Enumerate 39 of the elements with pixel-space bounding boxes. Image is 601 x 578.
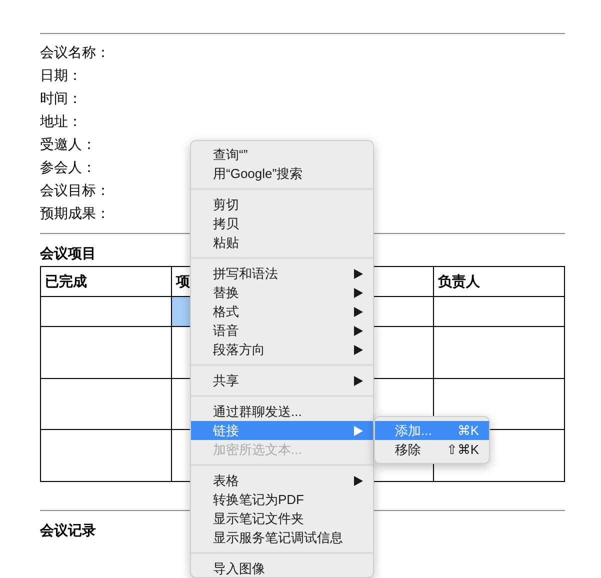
shortcut-label: ⇧⌘K xyxy=(446,441,479,459)
field-label: 受邀人： xyxy=(40,135,96,154)
submenu-arrow-icon xyxy=(354,476,363,486)
menu-item[interactable]: 表格 xyxy=(191,471,373,490)
table-cell[interactable] xyxy=(434,296,564,326)
submenu-arrow-icon xyxy=(354,376,363,386)
menu-item[interactable]: 格式 xyxy=(191,302,373,321)
menu-item[interactable]: 转换笔记为PDF xyxy=(191,490,373,509)
menu-item[interactable]: 共享 xyxy=(191,371,373,390)
menu-item[interactable]: 导入图像 xyxy=(191,559,373,578)
table-cell[interactable] xyxy=(40,378,172,430)
field-label: 会议名称： xyxy=(40,43,110,62)
menu-item[interactable]: 粘贴 xyxy=(191,233,373,252)
field-label: 参会人： xyxy=(40,158,96,177)
submenu-arrow-icon xyxy=(354,426,363,436)
field-label: 地址： xyxy=(40,112,82,131)
column-header: 已完成 xyxy=(40,266,172,296)
field-label: 预期成果： xyxy=(40,204,110,223)
field-label: 会议目标： xyxy=(40,181,110,200)
field-label: 时间： xyxy=(40,89,82,108)
menu-item[interactable]: 移除 ⇧⌘K xyxy=(375,440,489,459)
shortcut-label: ⌘K xyxy=(457,422,479,440)
menu-item[interactable]: 剪切 xyxy=(191,195,373,214)
menu-item[interactable]: 用“Google”搜索 xyxy=(191,164,373,183)
table-cell[interactable] xyxy=(40,430,172,482)
field-label: 日期： xyxy=(40,66,82,85)
table-cell[interactable] xyxy=(40,326,172,378)
table-cell[interactable] xyxy=(434,326,564,378)
table-cell[interactable] xyxy=(40,296,172,326)
menu-item[interactable]: 段落方向 xyxy=(191,340,373,359)
menu-item[interactable]: 通过群聊发送... xyxy=(191,402,373,421)
column-header: 负责人 xyxy=(434,266,564,296)
menu-item[interactable]: 显示服务笔记调试信息 xyxy=(191,528,373,547)
section-heading: 会议记录 xyxy=(40,521,96,540)
menu-item[interactable]: 显示笔记文件夹 xyxy=(191,509,373,528)
section-heading: 会议项目 xyxy=(40,244,96,263)
menu-item[interactable]: 查询“” xyxy=(191,145,373,164)
menu-item[interactable]: 拷贝 xyxy=(191,214,373,233)
menu-item[interactable]: 语音 xyxy=(191,321,373,340)
